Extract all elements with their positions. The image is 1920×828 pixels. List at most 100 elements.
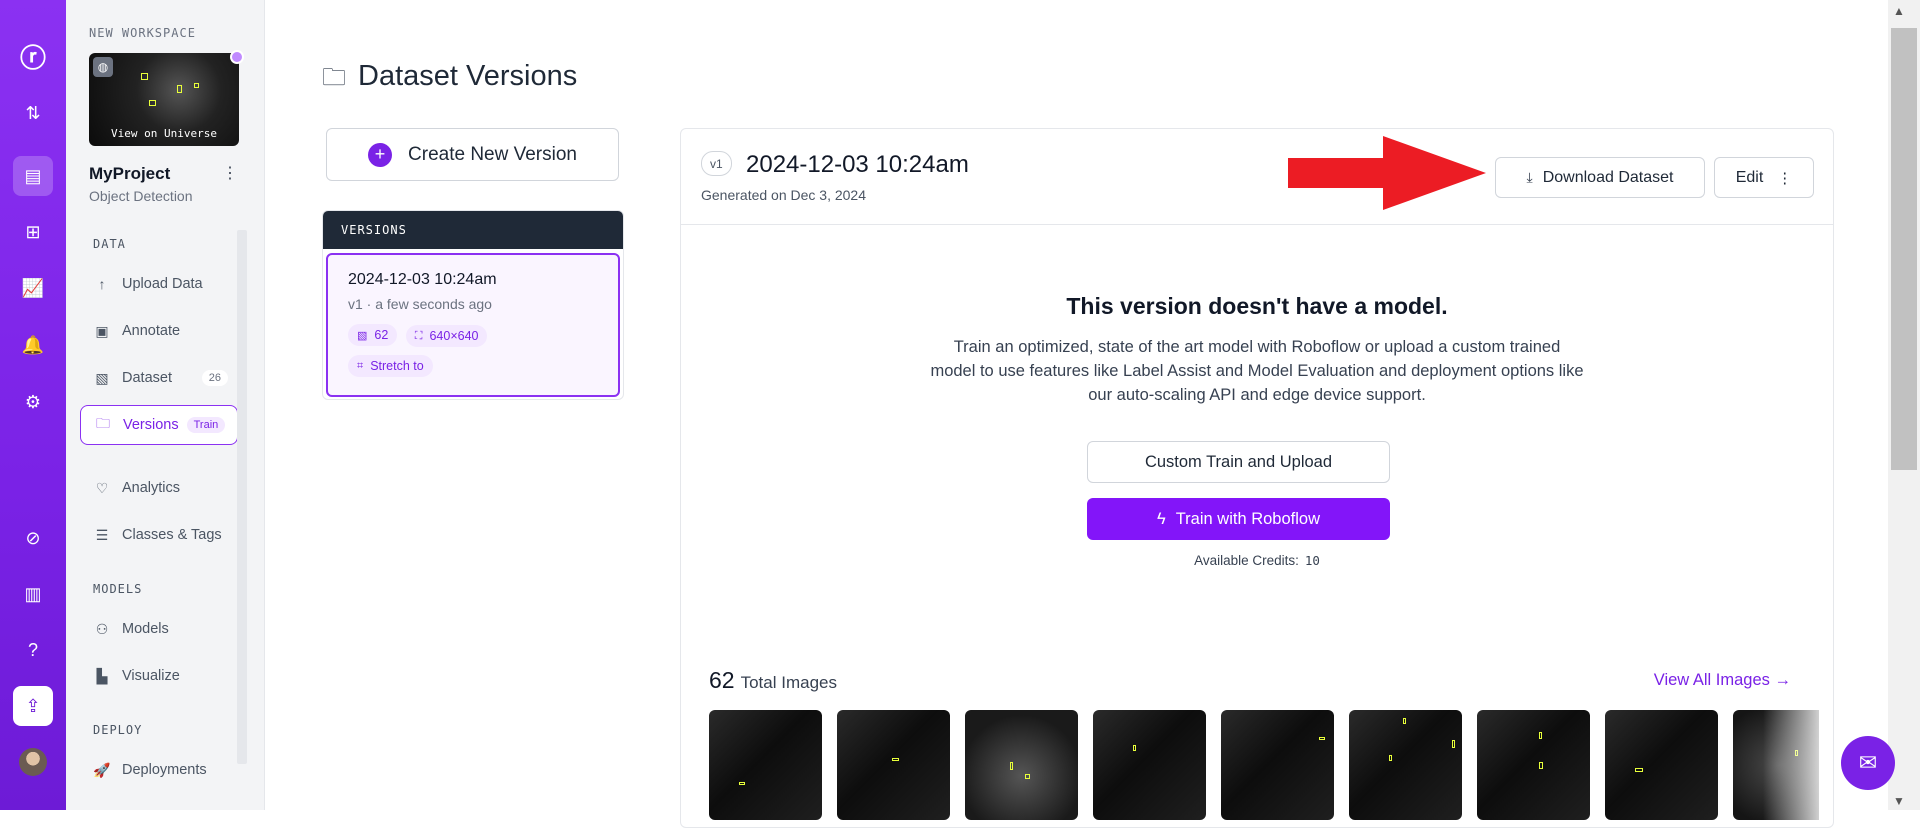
sidebar-item-label: Classes & Tags — [122, 527, 222, 543]
sidebar-item-label: Versions — [123, 417, 179, 433]
credits-value: 10 — [1304, 553, 1320, 568]
sidebar-item-label: Models — [122, 621, 169, 637]
plus-icon: + — [368, 142, 393, 167]
more-icon: ⋮ — [1777, 169, 1793, 187]
workspace-label: NEW WORKSPACE — [89, 26, 196, 40]
version-card[interactable]: 2024-12-03 10:24am v1 · a few seconds ag… — [326, 253, 620, 397]
sidebar-scrollbar[interactable] — [237, 230, 247, 764]
upload-icon[interactable]: ⇪ — [13, 686, 53, 726]
explore-icon[interactable]: ⊘ — [13, 518, 53, 558]
generated-date: Generated on Dec 3, 2024 — [701, 187, 867, 203]
sidebar-item-models[interactable]: ⚇ Models — [80, 609, 238, 649]
sidebar-item-visualize[interactable]: ▙ Visualize — [80, 656, 238, 696]
version-detail-panel: v1 2024-12-03 10:24am Generated on Dec 3… — [680, 128, 1834, 828]
chat-icon[interactable]: ✉ — [1841, 736, 1895, 790]
edit-label: Edit — [1735, 168, 1764, 186]
sitemap-icon[interactable]: ⊞ — [13, 212, 53, 252]
annotate-icon: ▣ — [95, 322, 109, 339]
image-thumbnail[interactable] — [965, 710, 1078, 820]
scroll-down-icon[interactable]: ▼ — [1893, 794, 1905, 808]
annotation-arrow-icon — [1288, 136, 1486, 210]
folder-icon: 🗀 — [96, 415, 110, 431]
project-sidebar: NEW WORKSPACE ◍ View on Universe MyProje… — [66, 0, 265, 810]
transfer-icon[interactable]: ⇅ — [13, 93, 53, 133]
network-icon: ⚇ — [95, 620, 109, 637]
sidebar-item-dataset[interactable]: ▧ Dataset 26 — [80, 358, 238, 398]
sidebar-item-analytics[interactable]: ♡ Analytics — [80, 468, 238, 508]
rocket-icon: 🚀 — [93, 761, 111, 778]
avatar[interactable] — [19, 748, 47, 776]
image-thumbnail[interactable] — [1093, 710, 1206, 820]
section-models: MODELS — [93, 582, 143, 596]
edit-button[interactable]: Edit ⋮ — [1714, 157, 1814, 198]
version-card-subtitle: v1 · a few seconds ago — [348, 296, 492, 312]
page-title-text: Dataset Versions — [358, 60, 578, 92]
bar-chart-icon: ▙ — [96, 667, 108, 684]
upload-arrow-icon: ↑ — [98, 276, 106, 292]
page-title: 🗀 Dataset Versions — [322, 60, 577, 101]
no-model-description: Train an optimized, state of the art mod… — [681, 335, 1833, 407]
sidebar-item-label: Annotate — [122, 323, 181, 339]
create-new-version-button[interactable]: + Create New Version — [326, 128, 619, 181]
versions-header: VERSIONS — [323, 211, 623, 249]
sidebar-item-annotate[interactable]: ▣ Annotate — [80, 311, 238, 351]
sidebar-item-label: Analytics — [122, 480, 181, 496]
resize-chip: ⌗ Stretch to — [348, 355, 433, 377]
sidebar-item-label: Dataset — [122, 370, 172, 386]
image-count-chip: ▧ 62 — [348, 324, 398, 346]
versions-panel: VERSIONS 2024-12-03 10:24am v1 · a few s… — [322, 210, 624, 400]
image-thumbnail[interactable] — [709, 710, 822, 820]
sidebar-item-upload-data[interactable]: ↑ Upload Data — [80, 264, 238, 304]
workspace-thumbnail[interactable]: ◍ View on Universe — [89, 53, 239, 146]
train-with-roboflow-button[interactable]: ϟ Train with Roboflow — [1087, 498, 1390, 540]
description-line: our auto-scaling API and edge device sup… — [1088, 386, 1426, 404]
inbox-icon[interactable]: ▤ — [13, 156, 53, 196]
sidebar-item-label: Visualize — [122, 668, 180, 684]
list-icon: ☰ — [95, 526, 109, 543]
description-line: Train an optimized, state of the art mod… — [953, 338, 1561, 356]
expand-icon: ⛶ — [414, 329, 423, 342]
no-model-heading: This version doesn't have a model. — [1066, 293, 1448, 319]
resize-label: Stretch to — [370, 359, 424, 373]
view-all-images-link[interactable]: View All Images → — [1654, 671, 1791, 690]
section-deploy: DEPLOY — [93, 723, 143, 737]
total-images-label: Total Images — [740, 673, 837, 692]
help-icon[interactable]: ? — [13, 630, 53, 670]
chart-icon[interactable]: 📈 — [13, 268, 53, 308]
version-title: 2024-12-03 10:24am — [746, 151, 969, 178]
credits-label: Available Credits: — [1194, 553, 1299, 568]
sidebar-item-versions[interactable]: 🗀 Versions Train — [80, 405, 238, 445]
description-line: model to use features like Label Assist … — [930, 362, 1584, 380]
sidebar-item-label: Upload Data — [122, 276, 203, 292]
image-thumbnail[interactable] — [1605, 710, 1718, 820]
library-icon[interactable]: ▥ — [13, 574, 53, 614]
app-rail: ⓡ ⇅ ▤ ⊞ 📈 🔔 ⚙ ⊘ ▥ ? ⇪ — [0, 0, 66, 810]
image-thumbnail[interactable] — [1349, 710, 1462, 820]
total-images-count: 62 — [709, 667, 735, 693]
scroll-up-icon[interactable]: ▲ — [1893, 4, 1905, 18]
custom-train-label: Custom Train and Upload — [1144, 452, 1333, 471]
view-on-universe-link[interactable]: View on Universe — [89, 127, 239, 140]
project-type: Object Detection — [89, 188, 193, 204]
roboflow-logo-icon[interactable]: ⓡ — [13, 36, 53, 76]
image-thumbnails — [709, 710, 1819, 820]
page-scrollbar-thumb[interactable] — [1891, 28, 1917, 470]
custom-train-upload-button[interactable]: Custom Train and Upload — [1087, 441, 1390, 483]
sidebar-item-label: Deployments — [122, 762, 207, 778]
sidebar-item-deployments[interactable]: 🚀 Deployments — [80, 750, 238, 790]
train-label: Train with Roboflow — [1175, 509, 1320, 528]
image-thumbnail[interactable] — [1221, 710, 1334, 820]
heart-pulse-icon: ♡ — [95, 479, 109, 496]
settings-icon[interactable]: ⚙ — [13, 382, 53, 422]
image-thumbnail[interactable] — [837, 710, 950, 820]
image-thumbnail[interactable] — [1477, 710, 1590, 820]
sidebar-item-classes-tags[interactable]: ☰ Classes & Tags — [80, 515, 238, 555]
bell-icon[interactable]: 🔔 — [13, 325, 53, 365]
train-badge: Train — [186, 417, 226, 433]
project-menu-icon[interactable]: ⋮ — [222, 163, 238, 183]
download-dataset-button[interactable]: ⤓ Download Dataset — [1495, 157, 1705, 198]
version-detail-header: v1 2024-12-03 10:24am Generated on Dec 3… — [681, 129, 1833, 225]
dataset-count-badge: 26 — [201, 370, 228, 386]
size-chip: ⛶ 640×640 — [405, 325, 488, 347]
create-button-label: Create New Version — [408, 143, 577, 165]
